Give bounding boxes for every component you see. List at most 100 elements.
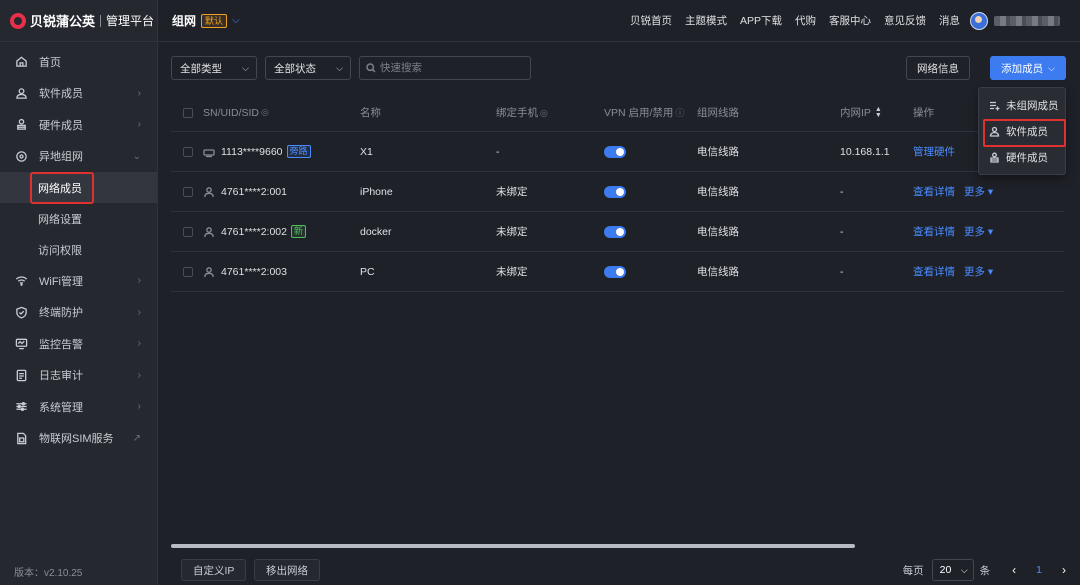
header-vpn-label: VPN 启用/禁用	[604, 107, 674, 119]
link-support-center[interactable]: 客服中心	[829, 13, 871, 28]
sidebar-subitem-label: 网络成员	[30, 171, 94, 204]
row-checkbox[interactable]	[183, 186, 193, 197]
per-page-label: 每页	[902, 564, 924, 577]
table-header: SN/UID/SID ◎ 名称 绑定手机 ◎ VPN 启用/禁用 ⓘ 组网线路 内网I…	[171, 94, 1064, 132]
type-filter-select[interactable]: 全部类型 ⌵	[171, 56, 257, 80]
chevron-right-icon: ›	[137, 87, 141, 99]
sidebar-subitem-network-members[interactable]: 网络成员	[0, 171, 157, 204]
sim-icon	[14, 431, 28, 445]
sidebar-item-software-members[interactable]: 软件成员 ›	[0, 78, 157, 110]
eye-icon[interactable]: ◎	[261, 107, 269, 118]
page-title[interactable]: 组网	[172, 12, 196, 29]
header-sn-label: SN/UID/SID	[203, 106, 260, 119]
more-dropdown[interactable]: 更多 ▾	[964, 184, 993, 199]
user-name-redacted[interactable]	[994, 15, 1060, 26]
sidebar-subitem-network-settings[interactable]: 网络设置	[0, 203, 157, 234]
eye-icon[interactable]: ◎	[540, 108, 548, 118]
sidebar-subitem-access-permissions[interactable]: 访问权限	[0, 234, 157, 265]
custom-ip-button[interactable]: 自定义IP	[181, 559, 247, 581]
chevron-right-icon: ›	[137, 338, 141, 350]
sidebar-item-wifi[interactable]: WiFi管理 ›	[0, 265, 157, 297]
menu-item-unnetworked-members[interactable]: 未组网成员	[979, 92, 1065, 118]
row-checkbox[interactable]	[183, 146, 193, 157]
status-filter-select[interactable]: 全部状态 ⌵	[265, 56, 351, 80]
link-purchase[interactable]: 代购	[795, 13, 816, 28]
sidebar-item-hardware-members[interactable]: 硬件成员 ›	[0, 109, 157, 141]
add-member-button[interactable]: 添加成员 ⌵	[990, 56, 1066, 80]
manage-hardware-link[interactable]: 管理硬件	[913, 144, 955, 159]
more-dropdown[interactable]: 更多 ▾	[964, 264, 993, 279]
sidebar-item-label: 系统管理	[39, 401, 83, 414]
vpn-toggle[interactable]	[604, 145, 626, 158]
select-all-checkbox[interactable]	[183, 107, 193, 118]
members-table: SN/UID/SID ◎ 名称 绑定手机 ◎ VPN 启用/禁用 ⓘ 组网线路 内网I…	[171, 94, 1064, 292]
link-messages[interactable]: 消息	[939, 13, 960, 28]
row-line: 电信线路	[697, 186, 739, 198]
sidebar-item-endpoint-protection[interactable]: 终端防护 ›	[0, 297, 157, 329]
sidebar-subitem-label: 网络设置	[38, 213, 82, 226]
brand-subtitle: 管理平台	[106, 14, 155, 28]
sidebar-item-home[interactable]: 首页	[0, 46, 157, 78]
view-details-link[interactable]: 查看详情	[913, 224, 955, 239]
menu-item-software-member[interactable]: 软件成员	[979, 118, 1066, 147]
current-page[interactable]: 1	[1036, 564, 1042, 576]
top-links: 贝锐首页 主题模式 APP下载 代购 客服中心 意见反馈 消息	[617, 11, 1060, 30]
sidebar-item-system-management[interactable]: 系统管理 ›	[0, 391, 157, 423]
brand-logo-icon	[10, 12, 26, 29]
vpn-toggle[interactable]	[604, 225, 626, 238]
remove-from-network-button[interactable]: 移出网络	[254, 559, 320, 581]
row-phone: 未绑定	[496, 266, 528, 278]
sort-icon[interactable]: ▲ ▼	[875, 106, 882, 119]
page-size-select[interactable]: 20 ⌵	[931, 559, 974, 581]
link-theme-mode[interactable]: 主题模式	[685, 13, 727, 28]
chevron-right-icon: ›	[137, 275, 141, 287]
header-ip[interactable]: 内网IP ▲ ▼	[840, 105, 913, 120]
link-app-download[interactable]: APP下载	[740, 13, 782, 28]
external-link-icon[interactable]: ↗	[133, 433, 141, 444]
view-details-link[interactable]: 查看详情	[913, 184, 955, 199]
search-input[interactable]	[380, 62, 520, 74]
row-ip: 10.168.1.1	[840, 145, 890, 158]
row-sn: 4761****2:003	[203, 266, 360, 278]
sidebar-item-remote-networking[interactable]: 异地组网 ⌄	[0, 141, 157, 173]
horizontal-scrollbar[interactable]	[171, 544, 855, 548]
new-tag: 新	[290, 225, 306, 238]
more-dropdown[interactable]: 更多 ▾	[964, 224, 993, 239]
add-member-label: 添加成员	[1001, 62, 1044, 75]
toolbar: 全部类型 ⌵ 全部状态 ⌵ 网络信息 添加成员 ⌵	[171, 56, 1066, 80]
network-info-button[interactable]: 网络信息	[906, 56, 970, 80]
row-checkbox[interactable]	[183, 226, 193, 237]
row-line: 电信线路	[697, 266, 739, 278]
help-icon[interactable]: ⓘ	[675, 108, 684, 118]
link-beirui-home[interactable]: 贝锐首页	[630, 13, 672, 28]
more-label: 更多	[964, 266, 985, 278]
link-feedback[interactable]: 意见反馈	[884, 13, 926, 28]
row-checkbox[interactable]	[183, 266, 193, 277]
row-select-cell	[171, 186, 203, 197]
chevron-down-icon[interactable]: ⌵	[232, 15, 240, 26]
row-operation: 查看详情 更多 ▾	[913, 264, 1043, 279]
sidebar-nav: 首页 软件成员 › 硬件成员 › 异地组网 ⌄ 网络成员 网络设置 访问权限 W…	[0, 42, 157, 454]
avatar[interactable]	[970, 11, 988, 30]
vpn-toggle[interactable]	[604, 185, 626, 198]
chevron-right-icon: ›	[137, 401, 141, 413]
row-ip: -	[840, 225, 844, 238]
status-filter-value: 全部状态	[274, 62, 316, 75]
row-sn-value: 4761****2:002	[221, 225, 287, 238]
sidebar-item-monitoring-alerts[interactable]: 监控告警 ›	[0, 328, 157, 360]
vpn-toggle[interactable]	[604, 265, 626, 278]
wifi-icon	[14, 274, 28, 288]
menu-item-hardware-member[interactable]: 硬件成员	[979, 144, 1065, 170]
sidebar-item-iot-sim[interactable]: 物联网SIM服务 ↗	[0, 423, 157, 455]
next-page-icon[interactable]: ›	[1062, 563, 1066, 577]
prev-page-icon[interactable]: ‹	[1012, 563, 1016, 577]
sidebar-item-log-audit[interactable]: 日志审计 ›	[0, 360, 157, 392]
view-details-link[interactable]: 查看详情	[913, 264, 955, 279]
sidebar: 贝锐蒲公英 管理平台 首页 软件成员 › 硬件成员 › 异地组网 ⌄ 网络成员 …	[0, 0, 158, 585]
row-select-cell	[171, 266, 203, 277]
brand[interactable]: 贝锐蒲公英 管理平台	[0, 0, 157, 42]
chevron-right-icon: ›	[137, 369, 141, 381]
search-box[interactable]	[359, 56, 531, 80]
type-filter-value: 全部类型	[180, 62, 222, 75]
brand-name: 贝锐蒲公英	[30, 14, 96, 29]
